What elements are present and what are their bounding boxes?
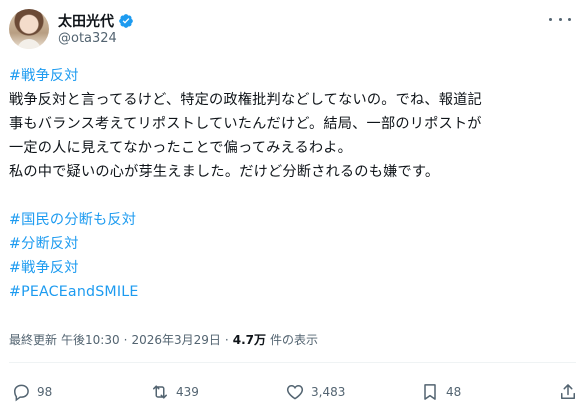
like-count: 3,483 <box>311 385 346 399</box>
reply-icon <box>13 384 29 402</box>
hashtag-link[interactable]: #国民の分断も反対 <box>9 208 579 232</box>
bookmark-count: 48 <box>446 385 462 399</box>
edited-label[interactable]: 最終更新 <box>9 331 57 348</box>
repost-count: 439 <box>176 385 199 399</box>
action-bar: 98 439 3,483 48 <box>9 382 579 406</box>
hashtag-link[interactable]: #分断反対 <box>9 232 579 256</box>
like-button[interactable]: 3,483 <box>285 382 345 402</box>
display-name[interactable]: 太田光代 <box>58 11 114 31</box>
bookmark-button[interactable]: 48 <box>420 382 461 402</box>
verified-badge-icon <box>119 14 133 28</box>
like-icon <box>286 384 304 400</box>
hashtag-link[interactable]: #PEACEandSMILE <box>9 280 579 304</box>
tweet: 太田光代 @ota324 #戦争反対 戦争反対と言ってるけど、特定の政権批判など… <box>0 0 585 418</box>
text-line: 一定の人に見えてなかったことで偏ってみえるわよ。 <box>9 140 353 156</box>
meta-separator: · <box>224 332 229 347</box>
share-button[interactable] <box>558 382 578 402</box>
tweet-meta: 最終更新 午後10:30 · 2026年3月29日 · 4.7万 件の表示 <box>9 331 318 348</box>
more-icon[interactable] <box>549 12 571 26</box>
tweet-date[interactable]: 2026年3月29日 <box>131 331 220 348</box>
share-icon <box>561 384 575 399</box>
bookmark-icon <box>424 384 436 400</box>
views-label: 件の表示 <box>269 333 318 347</box>
reply-button[interactable]: 98 <box>11 382 52 402</box>
handle[interactable]: @ota324 <box>58 31 117 46</box>
text-line: 私の中で疑いの心が芽生えました。だけど分断されるのも嫌です。 <box>9 164 440 180</box>
avatar[interactable] <box>9 9 49 49</box>
text-line: 事もバランス考えてリポストしていたんだけど。結局、一部のリポストが <box>9 116 482 132</box>
views-count[interactable]: 4.7万 <box>233 331 266 348</box>
hashtag-link[interactable]: #戦争反対 <box>9 256 579 280</box>
reply-count: 98 <box>37 385 53 399</box>
repost-icon <box>153 385 167 399</box>
tweet-text: #戦争反対 戦争反対と言ってるけど、特定の政権批判などしてないの。でね、報道記 … <box>9 64 579 304</box>
meta-separator: · <box>123 332 128 347</box>
divider <box>9 362 576 363</box>
repost-button[interactable]: 439 <box>150 382 199 402</box>
author-row: 太田光代 <box>58 11 134 31</box>
text-line: 戦争反対と言ってるけど、特定の政権批判などしてないの。でね、報道記 <box>9 92 482 108</box>
tweet-time[interactable]: 午後10:30 <box>61 331 120 348</box>
hashtag-link[interactable]: #戦争反対 <box>9 64 579 88</box>
